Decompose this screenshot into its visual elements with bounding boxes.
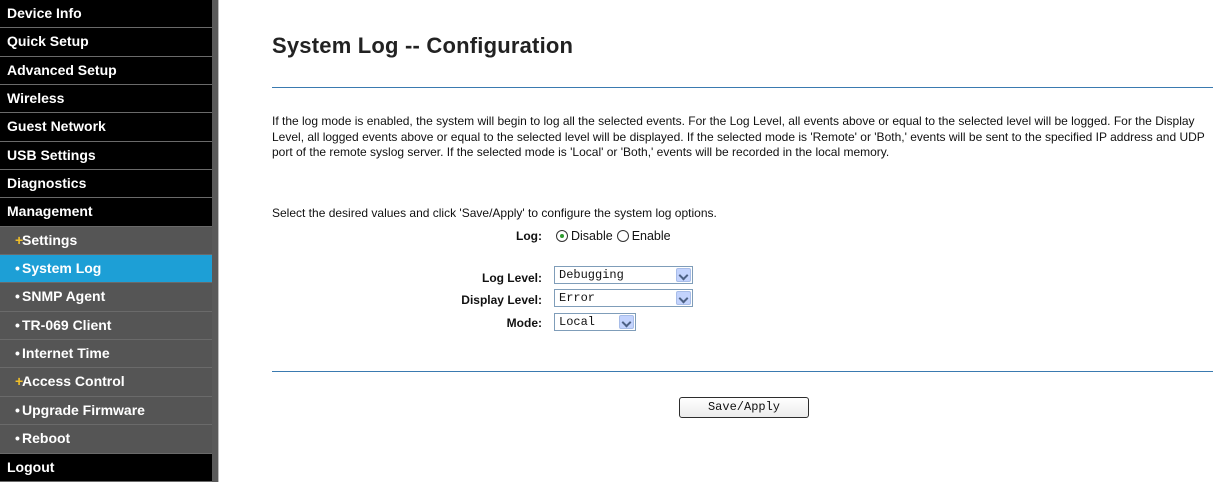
sidebar-item-label: TR-069 Client — [22, 316, 112, 333]
plus-icon: + — [15, 373, 24, 390]
sidebar-item-label: Access Control — [22, 373, 125, 390]
sidebar-item-label: System Log — [22, 260, 102, 277]
page-title: System Log -- Configuration — [272, 33, 574, 58]
sidebar-item-guest-network[interactable]: Guest Network — [0, 113, 212, 142]
bullet-icon: • — [15, 401, 20, 418]
log-level-select[interactable]: Debugging — [554, 266, 693, 284]
sidebar-item-logout[interactable]: Logout — [0, 453, 212, 482]
display-level-value: Error — [559, 291, 596, 305]
sidebar-item-label: Wireless — [7, 90, 65, 107]
bullet-icon: • — [15, 430, 20, 447]
sidebar-item-label: Management — [7, 203, 93, 220]
sidebar-item-internet-time[interactable]: • Internet Time — [0, 340, 212, 369]
sidebar-item-snmp-agent[interactable]: • SNMP Agent — [0, 283, 212, 312]
bullet-icon: • — [15, 345, 20, 362]
sidebar-item-advanced-setup[interactable]: Advanced Setup — [0, 56, 212, 86]
bullet-icon: • — [15, 260, 20, 277]
sidebar-item-label: SNMP Agent — [22, 288, 106, 305]
sidebar-item-management[interactable]: Management — [0, 198, 212, 227]
sidebar-item-upgrade-firmware[interactable]: • Upgrade Firmware — [0, 396, 212, 426]
sidebar-item-quick-setup[interactable]: Quick Setup — [0, 28, 212, 57]
top-divider — [272, 87, 1213, 88]
sidebar-item-system-log[interactable]: • System Log — [0, 255, 212, 284]
sidebar-item-label: Advanced Setup — [7, 61, 117, 78]
log-disable-radio[interactable] — [556, 230, 568, 242]
sidebar-item-label: Diagnostics — [7, 175, 87, 192]
bottom-divider — [272, 371, 1213, 372]
sidebar-item-label: Device Info — [7, 5, 82, 21]
sidebar-item-label: Reboot — [22, 430, 71, 447]
display-level-select[interactable]: Error — [554, 289, 693, 307]
save-apply-button[interactable]: Save/Apply — [679, 397, 809, 418]
display-level-label: Display Level: — [461, 293, 542, 307]
log-label: Log: — [516, 229, 542, 243]
sidebar-item-label: Logout — [7, 458, 55, 475]
chevron-down-icon[interactable] — [676, 291, 691, 305]
log-disable-label[interactable]: Disable — [571, 229, 613, 243]
log-radio-group: Disable Enable — [556, 229, 675, 243]
mode-label: Mode: — [506, 316, 542, 330]
mode-select[interactable]: Local — [554, 313, 636, 331]
sidebar-item-access-control[interactable]: +Access Control — [0, 368, 212, 397]
sidebar-nav: Device Info Quick Setup Advanced Setup Wire… — [0, 0, 212, 482]
sidebar-item-label: Settings — [22, 231, 78, 248]
sidebar-item-label: USB Settings — [7, 146, 96, 163]
sidebar-item-wireless[interactable]: Wireless — [0, 85, 212, 114]
instruction-text: Select the desired values and click 'Sav… — [272, 206, 717, 220]
bullet-icon: • — [15, 316, 20, 333]
sidebar-item-reboot[interactable]: • Reboot — [0, 425, 212, 454]
log-level-value: Debugging — [559, 268, 624, 282]
log-level-label: Log Level: — [481, 271, 542, 285]
mode-value: Local — [559, 315, 596, 329]
log-enable-radio[interactable] — [616, 230, 629, 242]
sidebar-item-label: Quick Setup — [7, 33, 89, 50]
sidebar-item-device-info[interactable]: Device Info — [0, 0, 212, 29]
chevron-down-icon[interactable] — [676, 268, 691, 282]
chevron-down-icon[interactable] — [619, 315, 634, 329]
sidebar-item-diagnostics[interactable]: Diagnostics — [0, 170, 212, 199]
plus-icon: + — [15, 231, 24, 248]
bullet-icon: • — [15, 288, 20, 305]
sidebar-item-settings[interactable]: +Settings — [0, 226, 212, 256]
sidebar-item-usb-settings[interactable]: USB Settings — [0, 141, 212, 171]
description-text: If the log mode is enabled, the system w… — [272, 114, 1205, 159]
log-enable-label[interactable]: Enable — [632, 229, 671, 243]
sidebar-item-label: Internet Time — [22, 345, 110, 362]
sidebar-item-tr-069-client[interactable]: • TR-069 Client — [0, 311, 212, 341]
sidebar-item-label: Upgrade Firmware — [22, 401, 145, 418]
sidebar-item-label: Guest Network — [7, 118, 106, 135]
main-content: System Log -- Configuration If the log m… — [219, 0, 1213, 482]
